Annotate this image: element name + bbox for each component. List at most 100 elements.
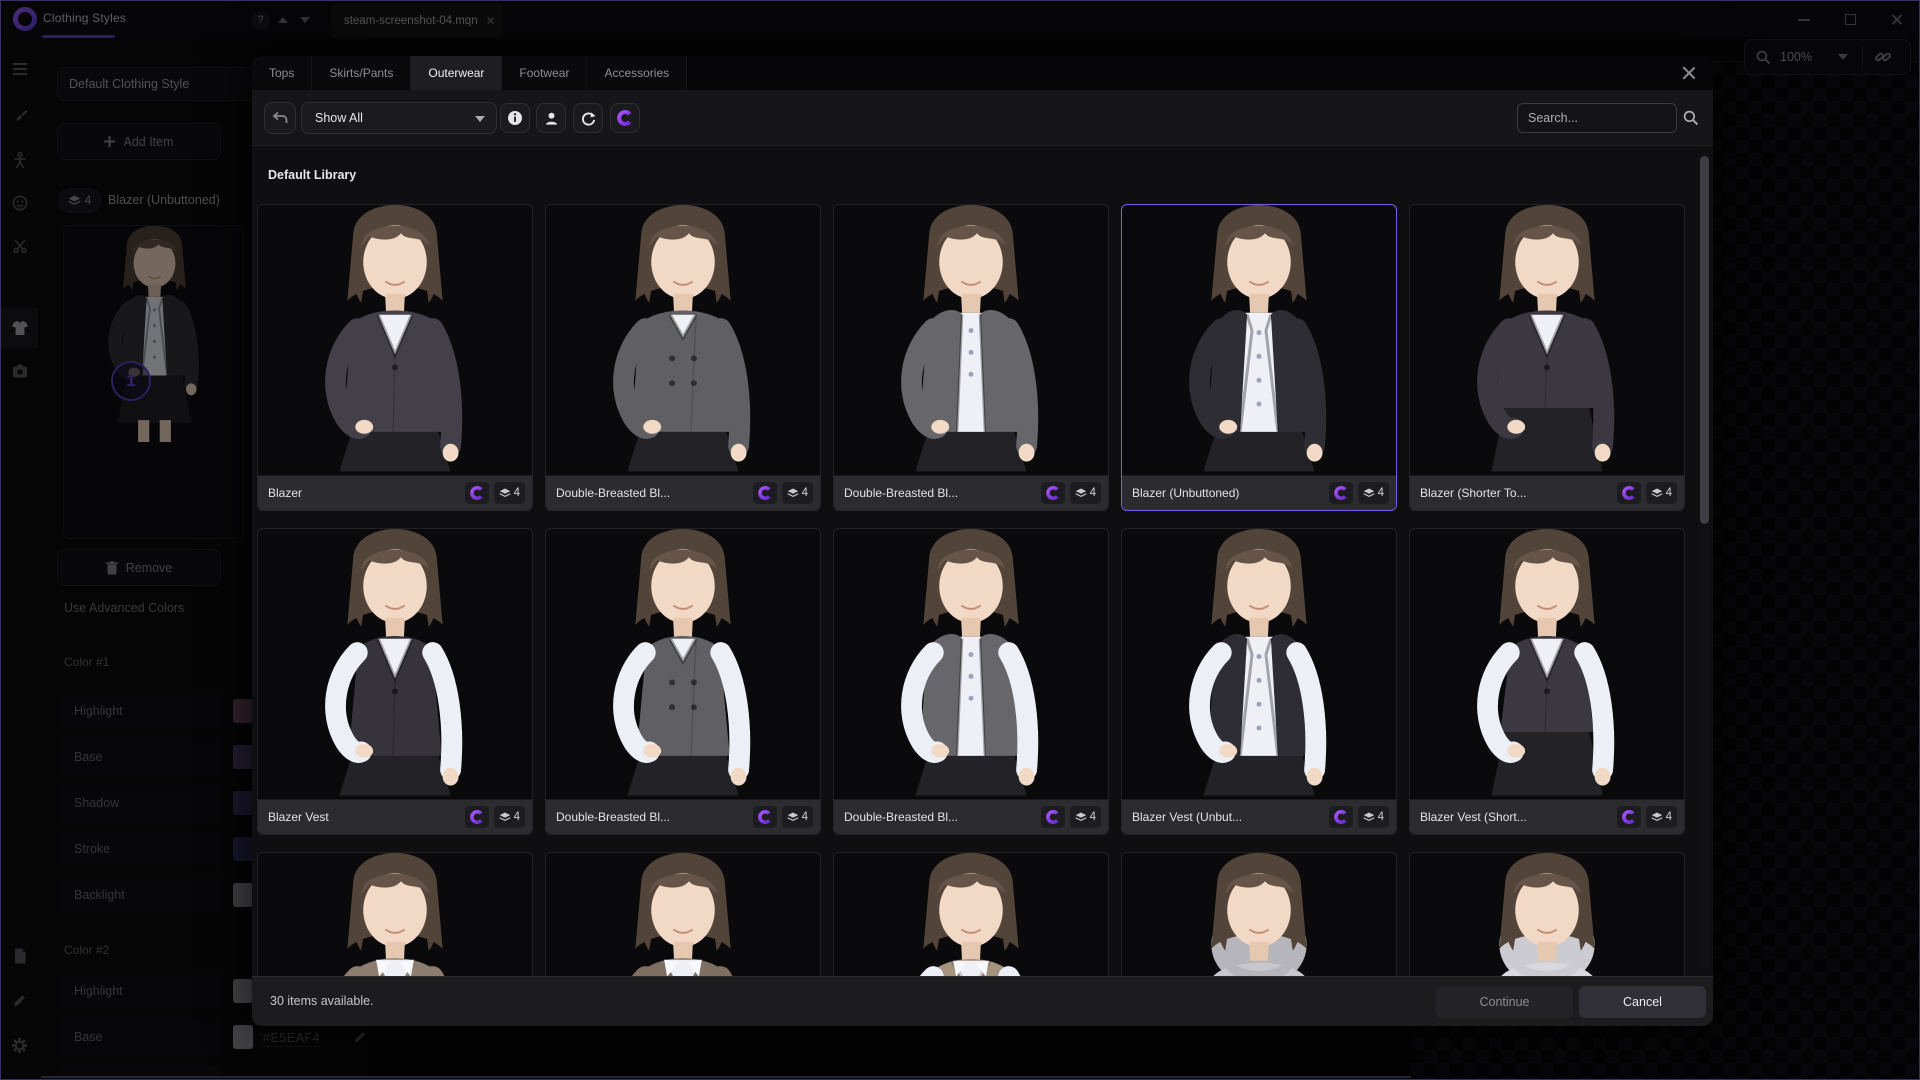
clothing-thumbnail <box>1122 205 1396 476</box>
layers-icon <box>787 812 799 822</box>
mannequin-badge-icon <box>465 482 489 504</box>
item-name: Blazer Vest (Unbut... <box>1132 810 1324 824</box>
clothing-item-card[interactable]: Blazer Vest (Short...4 <box>1409 528 1685 835</box>
mannequin-badge-icon <box>1329 806 1353 828</box>
clothing-item-card[interactable]: Double-Breasted Bl... 4 <box>545 204 821 511</box>
layer-count-badge: 4 <box>782 482 813 504</box>
card-footer: Double-Breasted Bl... 4 <box>834 799 1108 834</box>
layers-icon <box>1075 812 1087 822</box>
layer-count-badge: 4 <box>1646 482 1677 504</box>
refresh-button[interactable] <box>573 103 603 133</box>
clothing-thumbnail <box>1122 529 1396 800</box>
mannequin-toggle-button[interactable] <box>536 103 566 133</box>
info-icon <box>507 110 523 126</box>
clothing-item-card[interactable]: Double-Breasted Bl... 4 <box>833 528 1109 835</box>
clothing-item-card[interactable] <box>545 852 821 976</box>
clothing-item-card[interactable] <box>833 852 1109 976</box>
card-footer: Double-Breasted Bl... 4 <box>546 799 820 834</box>
clothing-item-card[interactable] <box>1409 852 1685 976</box>
layer-count-badge: 4 <box>1070 482 1101 504</box>
clothing-item-card[interactable]: Double-Breasted Bl... 4 <box>833 204 1109 511</box>
tab-accessories[interactable]: Accessories <box>587 56 687 90</box>
layers-icon <box>787 488 799 498</box>
search-input[interactable] <box>1517 103 1677 133</box>
mannequin-badge-icon <box>753 806 777 828</box>
layers-icon <box>1363 812 1375 822</box>
mannequin-badge-icon <box>1617 482 1641 504</box>
clothing-thumbnail <box>1410 853 1684 976</box>
clothing-thumbnail <box>834 205 1108 476</box>
status-text: 30 items available. <box>270 994 374 1008</box>
card-footer: Double-Breasted Bl... 4 <box>546 475 820 510</box>
person-icon <box>544 111 559 126</box>
item-name: Blazer Vest (Short... <box>1420 810 1612 824</box>
modal-close-icon[interactable] <box>1679 63 1699 83</box>
scrollbar-track[interactable] <box>1700 151 1709 971</box>
mannequin-badge-icon <box>1041 806 1065 828</box>
mannequin-badge-icon <box>465 806 489 828</box>
item-name: Double-Breasted Bl... <box>556 810 748 824</box>
clothing-thumbnail <box>834 529 1108 800</box>
cancel-button[interactable]: Cancel <box>1579 986 1706 1018</box>
library-footer: 30 items available. Continue Cancel <box>252 976 1713 1026</box>
clothing-thumbnail <box>1410 529 1684 800</box>
layers-icon <box>1075 488 1087 498</box>
card-footer: Blazer 4 <box>258 475 532 510</box>
card-footer: Blazer (Unbuttoned) 4 <box>1122 475 1396 510</box>
layer-count-badge: 4 <box>494 482 525 504</box>
tab-outerwear[interactable]: Outerwear <box>411 56 502 90</box>
layers-icon <box>1363 488 1375 498</box>
info-button[interactable] <box>500 103 530 133</box>
clothing-item-card[interactable] <box>1121 852 1397 976</box>
clothing-thumbnail <box>546 529 820 800</box>
layer-count-badge: 4 <box>494 806 525 828</box>
clothing-item-card[interactable] <box>257 852 533 976</box>
tab-footwear[interactable]: Footwear <box>502 56 587 90</box>
mannequin-logo-icon <box>617 110 633 126</box>
clothing-thumbnail <box>546 205 820 476</box>
clothing-item-card[interactable]: Double-Breasted Bl... 4 <box>545 528 821 835</box>
layer-count-badge: 4 <box>782 806 813 828</box>
tab-tops[interactable]: Tops <box>252 56 312 90</box>
clothing-grid: Blazer4Double-Breasted Bl...4Double-Brea… <box>257 204 1709 976</box>
filter-dropdown[interactable]: Show All <box>301 102 497 134</box>
layer-count-badge: 4 <box>1358 806 1389 828</box>
layers-icon <box>499 812 511 822</box>
item-name: Double-Breasted Bl... <box>844 810 1036 824</box>
item-name: Double-Breasted Bl... <box>844 486 1036 500</box>
clothing-item-card[interactable]: Blazer Vest (Unbut... 4 <box>1121 528 1397 835</box>
clothing-thumbnail <box>546 853 820 976</box>
continue-button[interactable]: Continue <box>1436 986 1573 1018</box>
scrollbar-thumb[interactable] <box>1700 156 1709 524</box>
undo-button[interactable] <box>264 102 296 134</box>
layers-icon <box>1651 488 1663 498</box>
app-window: Clothing Styles ? steam-screenshot-04.mq… <box>0 0 1920 1080</box>
item-name: Blazer <box>268 486 460 500</box>
refresh-icon <box>581 111 596 126</box>
item-name: Double-Breasted Bl... <box>556 486 748 500</box>
card-footer: Blazer (Shorter To... 4 <box>1410 475 1684 510</box>
library-tabbar: Tops Skirts/Pants Outerwear Footwear Acc… <box>252 56 1713 90</box>
layers-icon <box>499 488 511 498</box>
clothing-item-card[interactable]: Blazer 4 <box>257 204 533 511</box>
clothing-thumbnail <box>834 853 1108 976</box>
clothing-item-card[interactable]: Blazer Vest 4 <box>257 528 533 835</box>
section-title: Default Library <box>268 168 356 182</box>
item-name: Blazer (Unbuttoned) <box>1132 486 1324 500</box>
mannequin-badge-icon <box>1329 482 1353 504</box>
chevron-down-icon <box>475 116 485 122</box>
item-name: Blazer (Shorter To... <box>1420 486 1612 500</box>
layer-count-badge: 4 <box>1358 482 1389 504</box>
search-icon[interactable] <box>1683 110 1699 126</box>
mannequin-library-button[interactable] <box>610 103 640 133</box>
layer-count-badge: 4 <box>1070 806 1101 828</box>
card-footer: Blazer Vest 4 <box>258 799 532 834</box>
item-name: Blazer Vest <box>268 810 460 824</box>
clothing-thumbnail <box>258 853 532 976</box>
library-toolbar: Show All <box>252 90 1713 146</box>
clothing-item-card[interactable]: Blazer (Shorter To... 4 <box>1409 204 1685 511</box>
clothing-item-card[interactable]: Blazer (Unbuttoned) 4 <box>1121 204 1397 511</box>
mannequin-badge-icon <box>1041 482 1065 504</box>
tab-skirts-pants[interactable]: Skirts/Pants <box>312 56 411 90</box>
clothing-thumbnail <box>258 205 532 476</box>
